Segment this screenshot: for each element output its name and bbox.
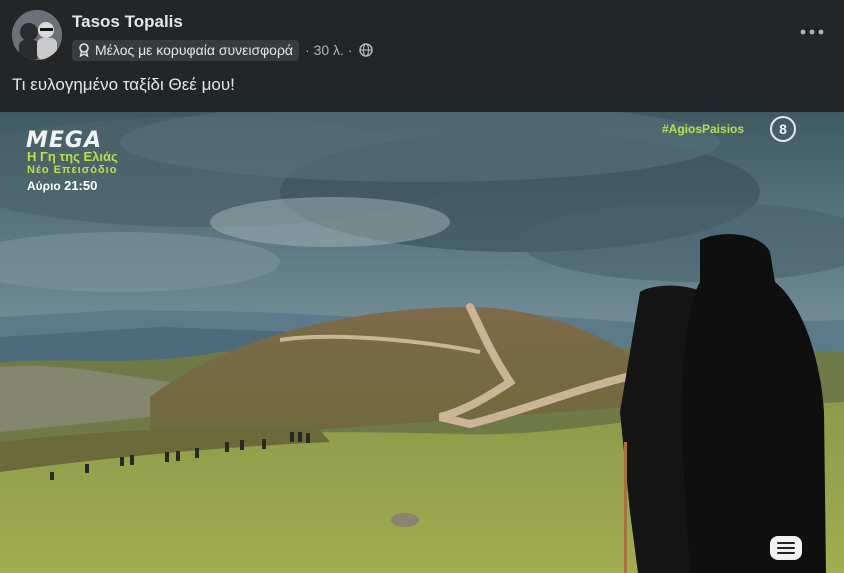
post-video[interactable] [0,112,844,573]
video-frame [0,112,844,573]
more-options-button[interactable] [794,18,830,46]
avatar[interactable] [12,10,62,60]
show-subtitle: Νέο Επεισόδιο [27,164,118,176]
closed-captions-icon [777,542,795,544]
globe-icon[interactable] [358,43,373,57]
air-hour: 21:50 [64,178,98,193]
badge-label: Μέλος με κορυφαία συνεισφορά [95,41,294,58]
award-icon [79,42,89,57]
hashtag: #AgiosPaisios [662,122,745,136]
top-contributor-badge[interactable]: Μέλος με κορυφαία συνεισφορά [72,39,300,61]
post-text: Τι ευλογημένο ταξίδι Θεέ μου! [12,75,235,94]
more-options-icon [800,29,824,35]
closed-captions-button[interactable] [770,536,802,560]
show-title: Η Γη της Ελιάς [27,149,118,164]
avatar-image [12,10,62,60]
post-meta: Μέλος με κορυφαία συνεισφορά · 30 λ. · [72,38,373,62]
air-time: Αύριο 21:50 [27,178,97,193]
age-rating: 8 [770,116,796,142]
post-timestamp[interactable]: · 30 λ. · [305,42,352,58]
author-name[interactable]: Tasos Topalis [72,12,183,32]
post-header: Tasos Topalis Μέλος με κορυφαία συνεισφο… [0,0,844,70]
air-day: Αύριο [27,179,61,193]
